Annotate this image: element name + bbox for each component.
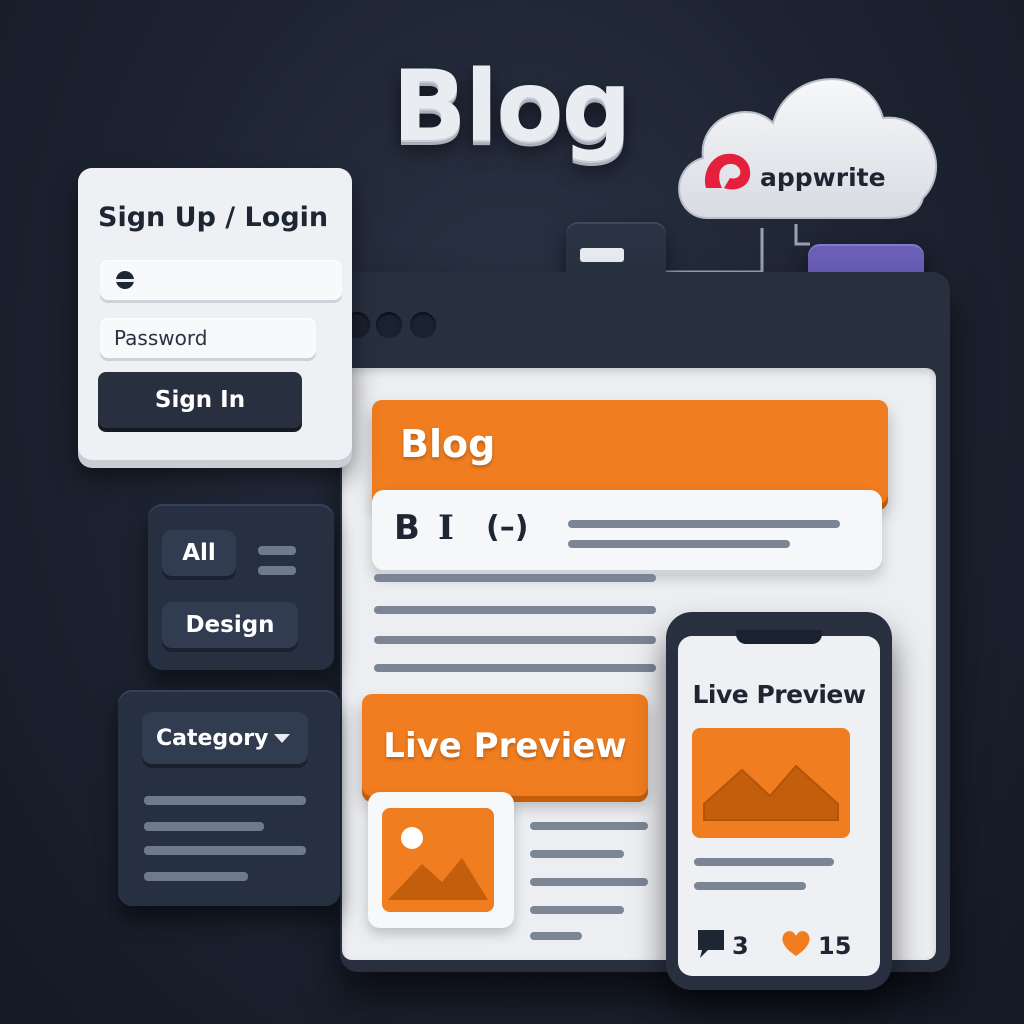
text-placeholder-line — [374, 606, 656, 614]
phone-notch — [736, 630, 822, 644]
appwrite-logo-icon — [704, 153, 751, 190]
window-dot-minimize[interactable] — [376, 312, 402, 338]
chevron-down-icon — [274, 734, 290, 743]
category-dropdown[interactable]: Category — [142, 712, 308, 764]
image-card[interactable] — [368, 792, 514, 928]
text-placeholder-line — [530, 850, 624, 858]
text-placeholder-line — [144, 822, 264, 831]
text-placeholder-line — [258, 566, 296, 575]
text-placeholder-line — [568, 520, 840, 528]
like-count: 15 — [818, 932, 852, 960]
phone-preview: Live Preview 3 15 — [666, 612, 892, 990]
email-field[interactable] — [100, 260, 342, 300]
text-placeholder-line — [530, 932, 582, 940]
text-placeholder-line — [530, 822, 648, 830]
filter-chip-all[interactable]: All — [162, 530, 236, 576]
body-text-block — [372, 570, 662, 680]
phone-title: Live Preview — [692, 680, 866, 709]
text-placeholder-line — [694, 882, 806, 890]
image-caption-lines — [528, 814, 658, 944]
comment-icon[interactable] — [696, 928, 726, 960]
italic-button[interactable]: I — [438, 508, 454, 548]
text-placeholder-line — [374, 664, 656, 672]
image-icon — [692, 728, 850, 838]
text-placeholder-line — [694, 858, 834, 866]
text-placeholder-line — [144, 846, 306, 855]
text-placeholder-line — [530, 906, 624, 914]
link-button[interactable]: (–) — [486, 510, 528, 545]
post-title-text: Blog — [400, 422, 496, 466]
text-placeholder-line — [568, 540, 790, 548]
password-field[interactable] — [100, 318, 316, 358]
post-title-field[interactable]: Blog — [372, 400, 888, 504]
phone-screen: Live Preview 3 15 — [678, 636, 880, 976]
window-dot-maximize[interactable] — [410, 312, 436, 338]
live-preview-button-label: Live Preview — [383, 726, 627, 766]
image-icon — [382, 808, 494, 912]
login-title: Sign Up / Login — [98, 202, 329, 233]
text-placeholder-line — [530, 878, 648, 886]
category-dropdown-label: Category — [156, 725, 269, 751]
text-placeholder-line — [374, 574, 656, 582]
appwrite-label: appwrite — [760, 163, 886, 192]
comment-count: 3 — [732, 932, 749, 960]
category-panel: Category — [118, 690, 340, 906]
text-placeholder-line — [144, 872, 248, 881]
filter-panel: All Design — [148, 504, 334, 670]
filter-chip-design[interactable]: Design — [162, 602, 298, 648]
text-placeholder-line — [374, 636, 656, 644]
user-icon — [116, 271, 134, 289]
cloud-icon — [678, 78, 938, 219]
text-placeholder-line — [144, 796, 306, 805]
live-preview-button[interactable]: Live Preview — [362, 694, 648, 796]
sign-in-button[interactable]: Sign In — [98, 372, 302, 428]
login-card: Sign Up / Login Sign In — [78, 168, 352, 460]
editor-toolbar: B I (–) — [372, 490, 882, 570]
bold-button[interactable]: B — [394, 508, 420, 548]
hero-title: Blog — [392, 50, 632, 164]
text-placeholder-line — [258, 546, 296, 555]
heart-icon[interactable] — [780, 928, 812, 958]
